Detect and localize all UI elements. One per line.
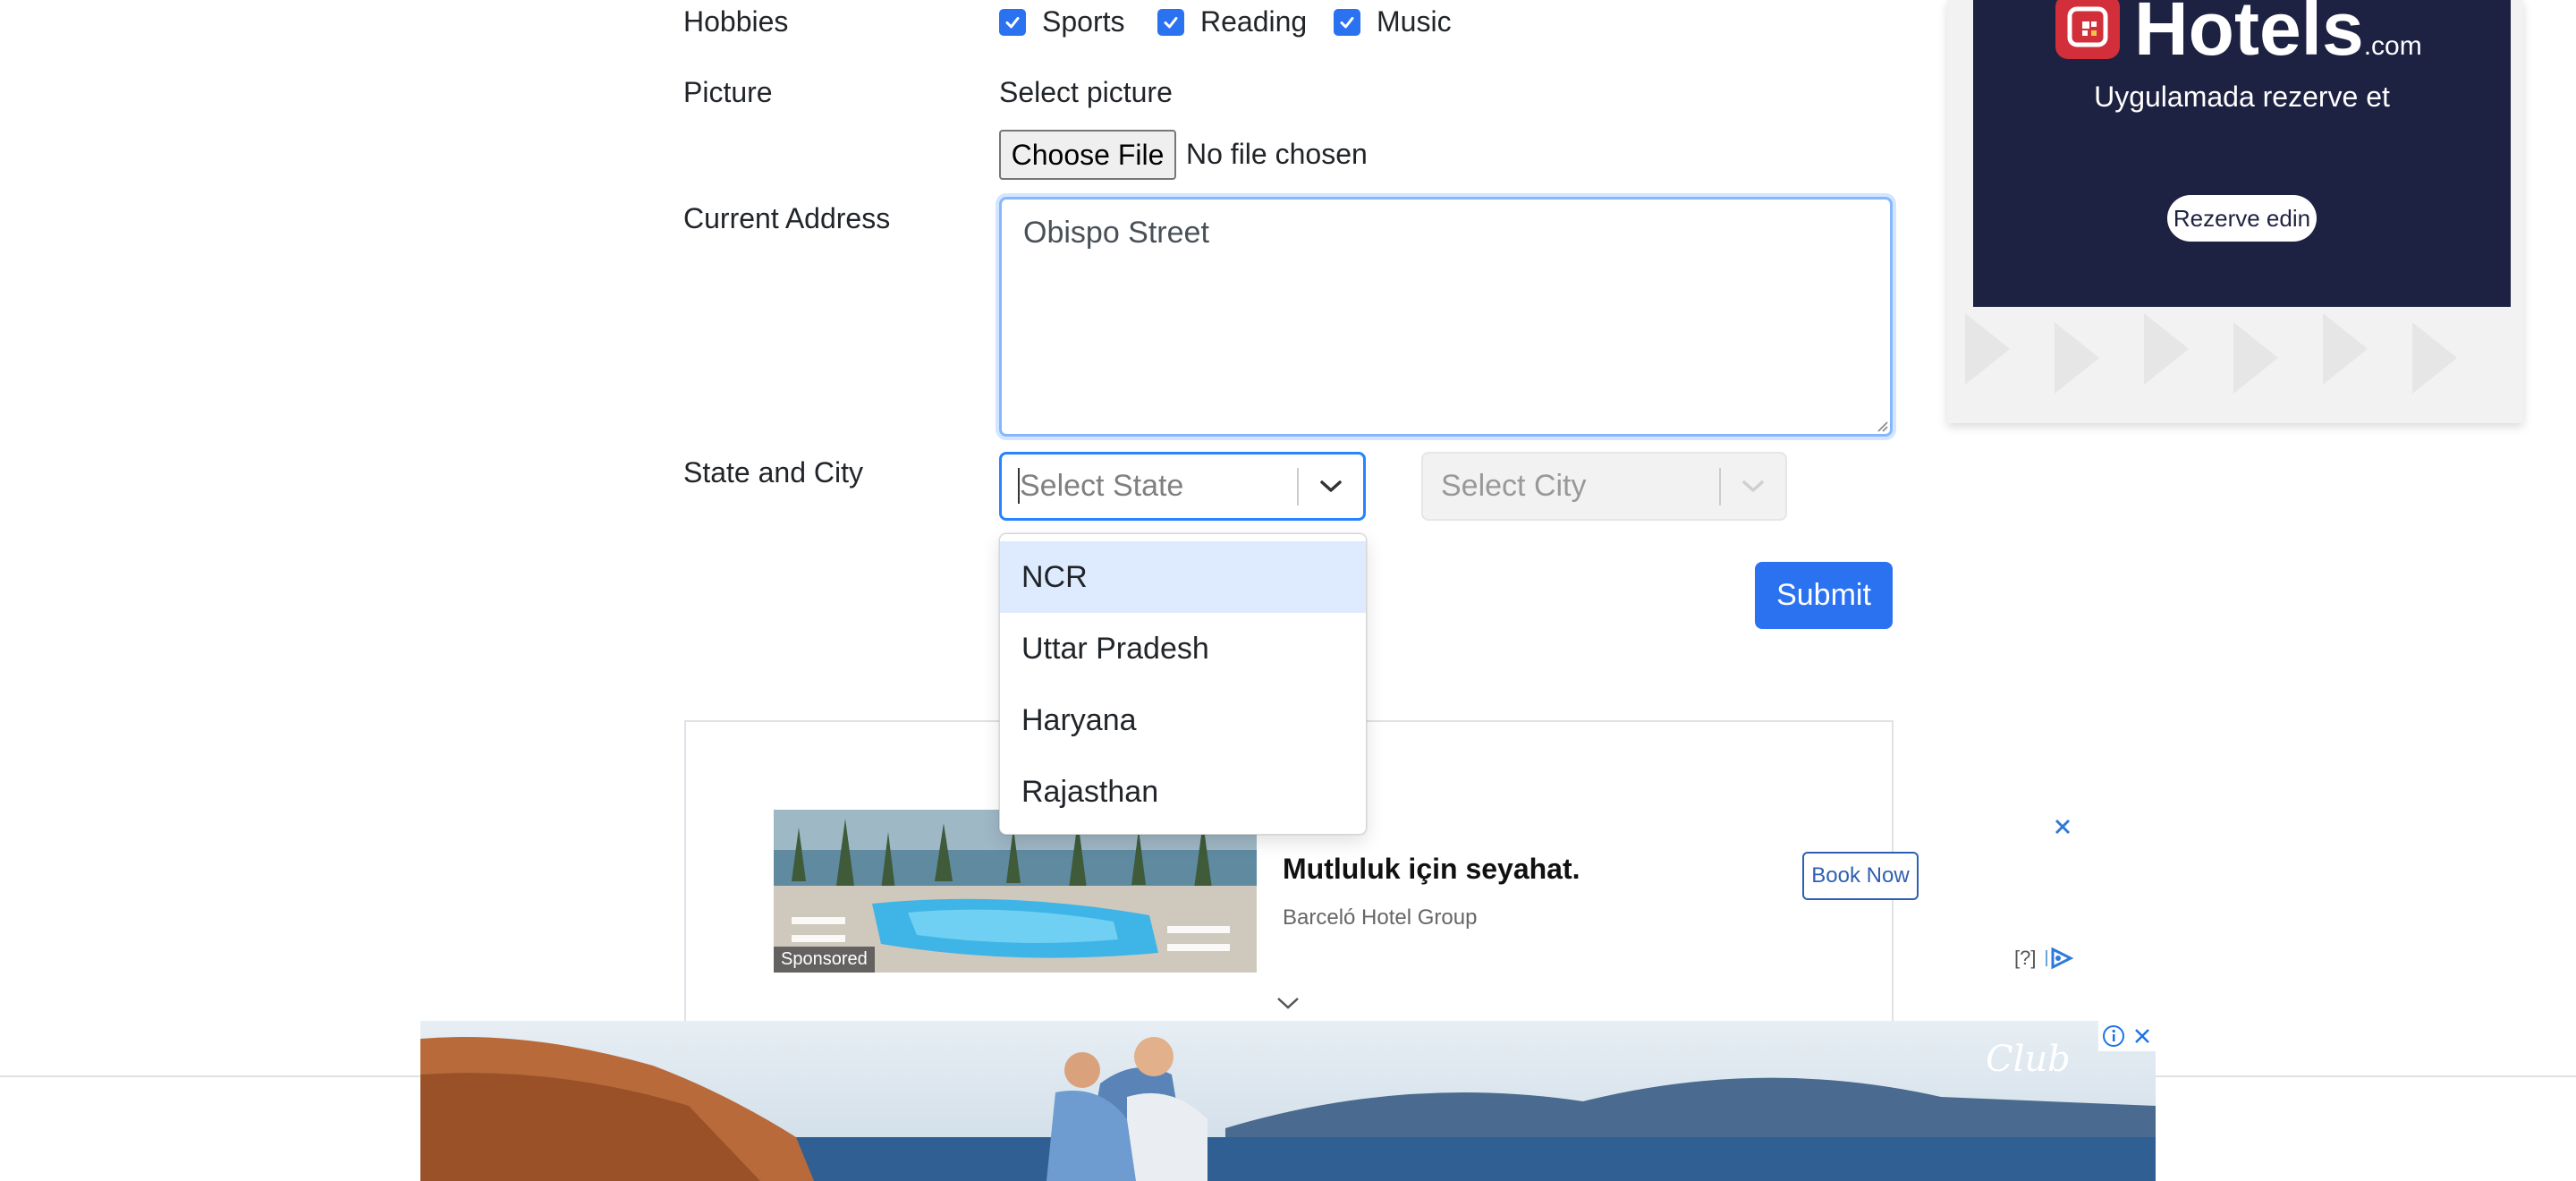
state-option-uttar-pradesh[interactable]: Uttar Pradesh xyxy=(1000,613,1366,684)
state-select-placeholder: Select State xyxy=(1002,468,1297,504)
file-status: No file chosen xyxy=(1186,138,1368,170)
music-checkbox[interactable] xyxy=(1334,8,1360,36)
current-address-label: Current Address xyxy=(683,202,891,234)
picture-label: Picture xyxy=(683,76,773,108)
chevron-down-icon[interactable] xyxy=(1721,480,1785,494)
check-icon xyxy=(1340,16,1354,28)
hotels-ad[interactable]: Hotels.com Uygulamada rezerve et Rezerve… xyxy=(1973,0,2511,307)
picture-hint: Select picture xyxy=(999,76,1173,108)
hotels-cta-button[interactable]: Rezerve edin xyxy=(2167,195,2317,242)
sports-label[interactable]: Sports xyxy=(1042,5,1124,38)
resize-handle-icon[interactable] xyxy=(1876,420,1888,432)
hobbies-label: Hobbies xyxy=(683,5,789,38)
submit-button[interactable]: Submit xyxy=(1755,562,1893,629)
sponsored-advertiser: Barceló Hotel Group xyxy=(1283,905,1478,930)
check-icon xyxy=(1164,16,1178,28)
city-select[interactable]: Select City xyxy=(1421,452,1787,521)
state-option-ncr[interactable]: NCR xyxy=(1000,541,1366,613)
club-logo: Club xyxy=(1986,1039,2071,1080)
check-icon xyxy=(1005,16,1020,28)
state-option-haryana[interactable]: Haryana xyxy=(1000,684,1366,756)
info-icon[interactable] xyxy=(2102,1024,2125,1048)
book-now-button[interactable]: Book Now xyxy=(1802,852,1919,900)
sports-checkbox-group[interactable]: Sports xyxy=(999,5,1124,38)
state-select[interactable]: Select State xyxy=(999,452,1366,521)
hotels-logo-icon xyxy=(2055,0,2120,59)
hotels-tagline: Uygulamada rezerve et xyxy=(2094,81,2390,113)
city-select-placeholder: Select City xyxy=(1441,469,1587,503)
state-city-label: State and City xyxy=(683,456,863,489)
hotels-brand: Hotels.com xyxy=(2134,0,2422,71)
text-cursor xyxy=(1018,468,1020,504)
chevron-down-icon[interactable] xyxy=(1299,480,1363,494)
reading-label[interactable]: Reading xyxy=(1200,5,1307,38)
choose-file-button[interactable]: Choose File xyxy=(999,130,1176,180)
sponsored-headline[interactable]: Mutluluk için seyahat. xyxy=(1283,853,1580,886)
state-options-menu: NCR Uttar Pradesh Haryana Rajasthan xyxy=(999,533,1367,835)
bottom-banner-ad[interactable]: Club xyxy=(420,1021,2156,1181)
chevron-down-icon[interactable] xyxy=(1275,995,1301,1011)
current-address-textarea[interactable]: Obispo Street xyxy=(999,197,1893,437)
reading-checkbox-group[interactable]: Reading xyxy=(1157,5,1307,38)
music-checkbox-group[interactable]: Music xyxy=(1334,5,1452,38)
music-label[interactable]: Music xyxy=(1377,5,1452,38)
reading-checkbox[interactable] xyxy=(1157,8,1184,36)
close-icon[interactable] xyxy=(2132,1026,2152,1046)
adchoices-icon[interactable] xyxy=(2044,947,2074,970)
close-icon[interactable] xyxy=(2054,818,2072,836)
sponsored-badge: Sponsored xyxy=(774,947,875,973)
state-placeholder-text: Select State xyxy=(1020,469,1184,503)
sports-checkbox[interactable] xyxy=(999,8,1026,36)
ad-help-link[interactable]: [?] xyxy=(2014,947,2036,970)
banner-ad-controls xyxy=(2098,1021,2156,1051)
state-option-rajasthan[interactable]: Rajasthan xyxy=(1000,756,1366,828)
